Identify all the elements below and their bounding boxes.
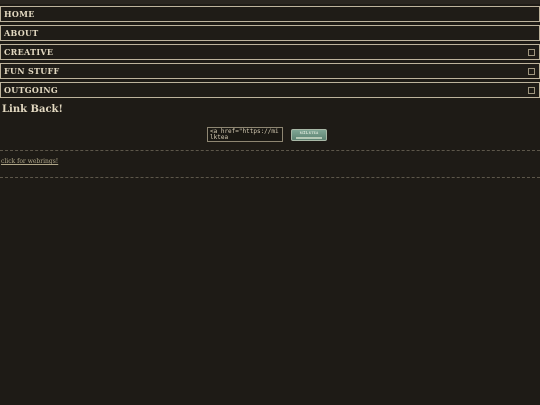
nav-item-outgoing[interactable]: OUTGOING [0, 82, 540, 98]
nav-item-label: FUN STUFF [4, 66, 60, 76]
webrings-link[interactable]: click for webrings! [1, 158, 58, 165]
nav-item-label: CREATIVE [4, 47, 54, 57]
nav-item-label: OUTGOING [4, 85, 58, 95]
nav-item-label: HOME [4, 9, 35, 19]
site-88x31-button[interactable]: ᴍɪʟᴋᴛᴇᴀ [291, 129, 327, 141]
expand-toggle-icon[interactable] [528, 49, 535, 56]
link-back-heading: Link Back! [2, 104, 63, 115]
top-strip [0, 0, 540, 4]
nav-item-about[interactable]: ABOUT [0, 25, 540, 41]
expand-toggle-icon[interactable] [528, 87, 535, 94]
expand-toggle-icon[interactable] [528, 68, 535, 75]
section-divider [0, 177, 540, 178]
nav-item-creative[interactable]: CREATIVE [0, 44, 540, 60]
link-code-textbox[interactable]: <a href="https://milktea [207, 127, 283, 142]
site-button-decoration [296, 137, 322, 139]
side-navigation: HOME ABOUT CREATIVE FUN STUFF OUTGOING [0, 6, 540, 101]
nav-item-label: ABOUT [4, 28, 39, 38]
nav-item-home[interactable]: HOME [0, 6, 540, 22]
nav-item-fun-stuff[interactable]: FUN STUFF [0, 63, 540, 79]
site-button-label: ᴍɪʟᴋᴛᴇᴀ [299, 130, 319, 136]
section-divider [0, 150, 540, 151]
